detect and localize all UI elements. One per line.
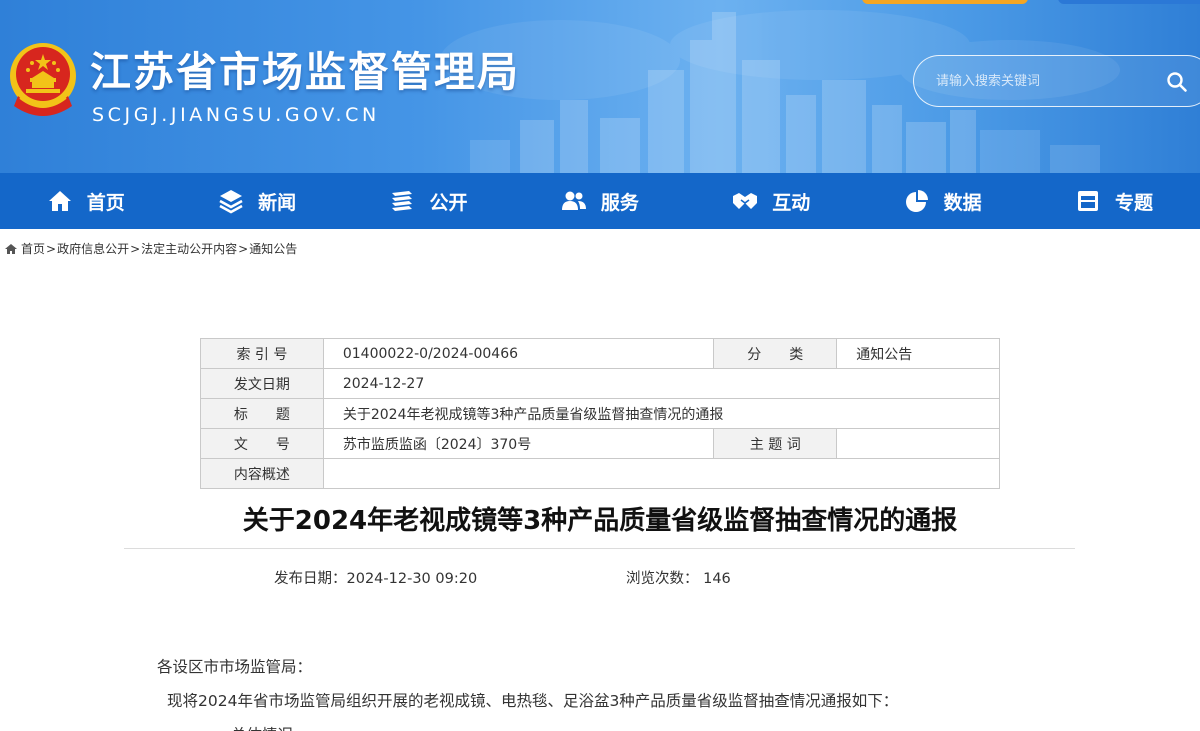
books-icon — [392, 191, 413, 211]
home-icon — [48, 191, 71, 211]
view-count-value: 146 — [703, 571, 731, 587]
nav-item-topics[interactable]: 专题 — [1028, 173, 1199, 229]
table-row: 内容概述 — [200, 458, 1001, 489]
top-tab-orange[interactable] — [862, 0, 1028, 4]
index-label: 索 引 号 — [200, 338, 324, 369]
summary-value — [322, 458, 1001, 489]
nav-item-interact[interactable]: 互动 — [686, 173, 857, 229]
search-input[interactable] — [936, 69, 1156, 93]
pie-chart-icon — [905, 190, 928, 212]
article-paragraph: 一、总体情况 — [200, 723, 293, 731]
article-paragraph: 各设区市市场监管局： — [157, 658, 313, 676]
nav-item-data[interactable]: 数据 — [857, 173, 1028, 229]
title-value: 关于2024年老视成镜等3种产品质量省级监督抽查情况的通报 — [322, 398, 1001, 429]
view-count-label: 浏览次数： — [626, 571, 699, 587]
people-icon — [561, 191, 586, 210]
site-title[interactable]: 江苏省市场监督管理局 — [90, 38, 520, 98]
table-row: 索 引 号 01400022-0/2024-00466 分 类 通知公告 — [200, 338, 1000, 369]
main-nav: 首页 新闻 公开 服务 互动 数据 专题 — [0, 173, 1200, 229]
nav-item-label: 互动 — [772, 191, 811, 214]
publish-date-value: 2024-12-30 09:20 — [346, 571, 478, 587]
document-info-table: 索 引 号 01400022-0/2024-00466 分 类 通知公告 发文日… — [200, 338, 1001, 489]
nav-item-news[interactable]: 新闻 — [171, 173, 342, 229]
nav-item-label: 数据 — [943, 191, 982, 214]
date-value: 2024-12-27 — [322, 368, 1001, 399]
category-value: 通知公告 — [836, 338, 1000, 369]
article-title: 关于2024年老视成镜等3种产品质量省级监督抽查情况的通报 — [242, 506, 958, 536]
breadcrumb-separator: > — [238, 241, 249, 256]
breadcrumb-separator: > — [130, 241, 141, 256]
search-box[interactable] — [913, 55, 1200, 107]
table-row: 发文日期 2024-12-27 — [200, 368, 1001, 399]
table-row: 文 号 苏市监质监函〔2024〕370号 主 题 词 — [200, 428, 1000, 459]
date-label: 发文日期 — [200, 368, 324, 399]
site-header: 江苏省市场监督管理局 SCJGJ.JIANGSU.GOV.CN — [0, 0, 1200, 173]
index-value: 01400022-0/2024-00466 — [322, 338, 715, 369]
table-row: 标 题 关于2024年老视成镜等3种产品质量省级监督抽查情况的通报 — [200, 398, 1001, 429]
breadcrumb-statutory[interactable]: 法定主动公开内容 — [141, 240, 237, 257]
nav-item-label: 新闻 — [258, 191, 297, 214]
search-icon[interactable] — [1166, 71, 1188, 93]
nav-item-home[interactable]: 首页 — [0, 173, 171, 229]
nav-item-label: 公开 — [429, 191, 468, 214]
national-emblem-icon — [10, 43, 76, 116]
title-label: 标 题 — [200, 398, 324, 429]
docno-value: 苏市监质监函〔2024〕370号 — [322, 428, 715, 459]
docno-label: 文 号 — [200, 428, 324, 459]
keywords-label: 主 题 词 — [713, 428, 838, 459]
home-icon — [5, 243, 17, 254]
site-url[interactable]: SCJGJ.JIANGSU.GOV.CN — [92, 104, 380, 126]
publish-date: 发布日期：2024-12-30 09:20 — [274, 567, 477, 588]
breadcrumb-home[interactable]: 首页 — [21, 240, 45, 257]
breadcrumb-notices[interactable]: 通知公告 — [249, 240, 297, 257]
view-count: 浏览次数： 146 — [626, 567, 731, 588]
keywords-value — [836, 428, 1000, 459]
nav-item-public[interactable]: 公开 — [343, 173, 514, 229]
category-label: 分 类 — [713, 338, 838, 369]
summary-label: 内容概述 — [200, 458, 324, 489]
top-tab-blue[interactable] — [1058, 0, 1200, 4]
article-paragraph: 现将2024年省市场监管局组织开展的老视成镜、电热毯、足浴盆3种产品质量省级监督… — [167, 692, 899, 710]
nav-item-label: 首页 — [86, 191, 125, 214]
breadcrumb-separator: > — [46, 241, 57, 256]
window-icon — [1078, 191, 1099, 211]
nav-item-service[interactable]: 服务 — [514, 173, 685, 229]
publish-date-label: 发布日期： — [274, 571, 347, 587]
nav-item-label: 专题 — [1115, 191, 1154, 214]
breadcrumb-gov-info[interactable]: 政府信息公开 — [57, 240, 129, 257]
breadcrumb: 首页 > 政府信息公开 > 法定主动公开内容 > 通知公告 — [4, 240, 297, 257]
layers-icon — [219, 190, 243, 214]
title-divider — [124, 548, 1075, 549]
nav-item-label: 服务 — [600, 191, 639, 214]
handshake-icon — [733, 193, 758, 209]
